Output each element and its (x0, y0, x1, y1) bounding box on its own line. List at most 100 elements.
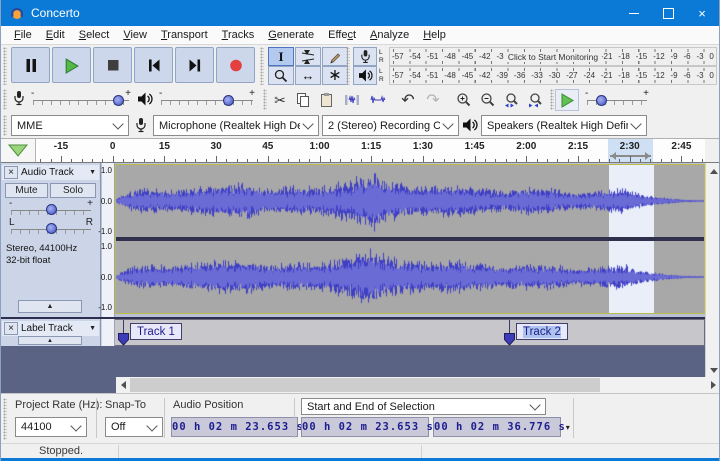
recording-meter[interactable]: LR -57-54-51-48-45-42-39-36-33-30-27-24-… (353, 47, 717, 66)
horizontal-scroll-thumb[interactable] (130, 378, 600, 392)
playback-meter-scale-box[interactable]: -57-54-51-48-45-42-39-36-33-30-27-24-21-… (389, 66, 717, 85)
vertical-scale-ruler[interactable]: 1.0 0.0 -1.0 1.0 0.0 -1.0 (102, 163, 115, 317)
track-title[interactable]: Label Track (18, 323, 89, 334)
zoom-tool-button[interactable] (268, 66, 294, 85)
fit-project-button[interactable] (525, 89, 547, 111)
track-label[interactable]: Track 1 (130, 323, 182, 340)
play-speed-grip[interactable] (550, 89, 554, 110)
waveform-left-channel[interactable] (116, 165, 704, 237)
pan-thumb[interactable] (46, 223, 57, 234)
menu-effect[interactable]: Effect (321, 29, 363, 41)
timeline-ruler[interactable]: -1501530451:001:151:301:452:002:152:302:… (1, 139, 705, 162)
selection-toolbar-grip[interactable] (3, 398, 7, 440)
audio-clip[interactable] (115, 164, 705, 314)
playback-device-combo[interactable]: Speakers (Realtek High Definiti (481, 115, 647, 136)
track-title[interactable]: Audio Track (18, 167, 89, 178)
maximize-button[interactable] (651, 0, 685, 26)
snap-to-combo[interactable]: Off (105, 417, 163, 437)
horizontal-scrollbar[interactable] (116, 377, 720, 393)
menu-file[interactable]: File (7, 29, 39, 41)
close-button[interactable]: × (685, 0, 719, 26)
track-collapse-button[interactable]: ▲ (18, 300, 82, 313)
multi-tool-button[interactable]: ∗ (322, 66, 348, 85)
play-at-speed-button[interactable] (555, 89, 579, 111)
scroll-left-button[interactable] (116, 377, 130, 393)
gain-thumb[interactable] (46, 204, 57, 215)
silence-audio-button[interactable] (367, 89, 389, 111)
zoom-out-button[interactable] (477, 89, 499, 111)
playback-volume-thumb[interactable] (223, 95, 234, 106)
zoom-in-button[interactable] (453, 89, 475, 111)
redo-button[interactable]: ↷ (422, 89, 444, 111)
copy-button[interactable] (292, 89, 314, 111)
undo-button[interactable]: ↶ (397, 89, 419, 111)
playback-volume-slider[interactable]: - + (157, 91, 257, 111)
playback-meter-speaker-button[interactable] (353, 66, 377, 85)
selection-start-field[interactable]: 00 h 02 m 23.653 s ▾ (301, 417, 429, 437)
selection-tool-button[interactable]: I (268, 47, 294, 66)
recording-device-combo[interactable]: Microphone (Realtek High Defini (153, 115, 319, 136)
recording-meter-mic-button[interactable] (353, 47, 377, 66)
device-grip[interactable] (3, 115, 7, 136)
play-speed-thumb[interactable] (596, 95, 607, 106)
envelope-tool-button[interactable] (295, 47, 321, 66)
pause-button[interactable] (11, 47, 50, 83)
mute-button[interactable]: Mute (5, 183, 48, 198)
play-button[interactable] (52, 47, 91, 83)
gain-slider[interactable]: - + (7, 201, 95, 219)
edit-grip[interactable] (263, 89, 267, 110)
scroll-down-button[interactable] (706, 362, 720, 378)
menu-help[interactable]: Help (416, 29, 453, 41)
scroll-right-button[interactable] (705, 377, 720, 393)
recording-meter-scale-box[interactable]: -57-54-51-48-45-42-39-36-33-30-27-24-21-… (389, 47, 717, 66)
menu-analyze[interactable]: Analyze (363, 29, 416, 41)
track-close-button[interactable]: × (4, 166, 18, 179)
recording-channels-combo[interactable]: 2 (Stereo) Recording Channels (322, 115, 459, 136)
audio-position-field[interactable]: 00 h 02 m 23.653 s ▾ (171, 417, 298, 437)
cut-button[interactable]: ✂ (269, 89, 291, 111)
draw-tool-button[interactable] (322, 47, 348, 66)
track-menu-dropdown-icon[interactable]: ▼ (89, 325, 96, 332)
selection-end-field[interactable]: 00 h 02 m 36.776 s ▾ (433, 417, 561, 437)
audio-track-panel[interactable]: × Audio Track ▼ Mute Solo - + L R Stereo… (1, 163, 101, 317)
trim-audio-button[interactable] (341, 89, 363, 111)
track-collapse-button[interactable]: ▲ (18, 336, 82, 345)
transport-grip[interactable] (3, 47, 7, 85)
label-track-area[interactable]: Track 1 Track 2 (115, 319, 705, 346)
play-speed-slider[interactable]: - + (583, 91, 651, 111)
menu-tracks[interactable]: Tracks (215, 29, 262, 41)
menu-view[interactable]: View (116, 29, 154, 41)
vertical-scrollbar[interactable] (705, 163, 720, 378)
waveform-right-channel[interactable] (116, 241, 704, 313)
timeshift-tool-button[interactable]: ↔ (295, 66, 321, 85)
minimize-button[interactable] (617, 0, 651, 26)
selection-mode-combo[interactable]: Start and End of Selection (301, 398, 546, 415)
recording-volume-thumb[interactable] (113, 95, 124, 106)
track-menu-dropdown-icon[interactable]: ▼ (89, 169, 96, 176)
paste-button[interactable] (315, 89, 337, 111)
pan-slider[interactable]: L R (7, 220, 95, 238)
tools-grip[interactable] (260, 47, 264, 85)
skip-to-end-button[interactable] (175, 47, 214, 83)
menu-edit[interactable]: Edit (39, 29, 72, 41)
recording-volume-slider[interactable]: - + (29, 91, 133, 111)
project-rate-combo[interactable]: 44100 (15, 417, 87, 437)
time-format-dropdown-icon[interactable]: ▾ (566, 423, 570, 432)
record-button[interactable] (216, 47, 255, 83)
mixer-grip[interactable] (3, 89, 7, 110)
menu-generate[interactable]: Generate (261, 29, 321, 41)
track-close-button[interactable]: × (4, 322, 18, 335)
stop-button[interactable] (93, 47, 132, 83)
scroll-up-button[interactable] (706, 163, 720, 179)
timeline[interactable]: -1501530451:001:151:301:452:002:152:302:… (1, 139, 719, 163)
track-label[interactable]: Track 2 (516, 323, 568, 340)
meter-grip[interactable] (346, 47, 350, 85)
monitoring-hint[interactable]: Click to Start Monitoring (504, 52, 602, 62)
audio-host-combo[interactable]: MME (11, 115, 129, 136)
label-track-panel[interactable]: × Label Track ▼ ▲ (1, 319, 101, 346)
skip-to-start-button[interactable] (134, 47, 173, 83)
menu-transport[interactable]: Transport (154, 29, 215, 41)
fit-selection-button[interactable] (501, 89, 523, 111)
solo-button[interactable]: Solo (50, 183, 96, 198)
playback-meter[interactable]: LR -57-54-51-48-45-42-39-36-33-30-27-24-… (353, 66, 717, 85)
